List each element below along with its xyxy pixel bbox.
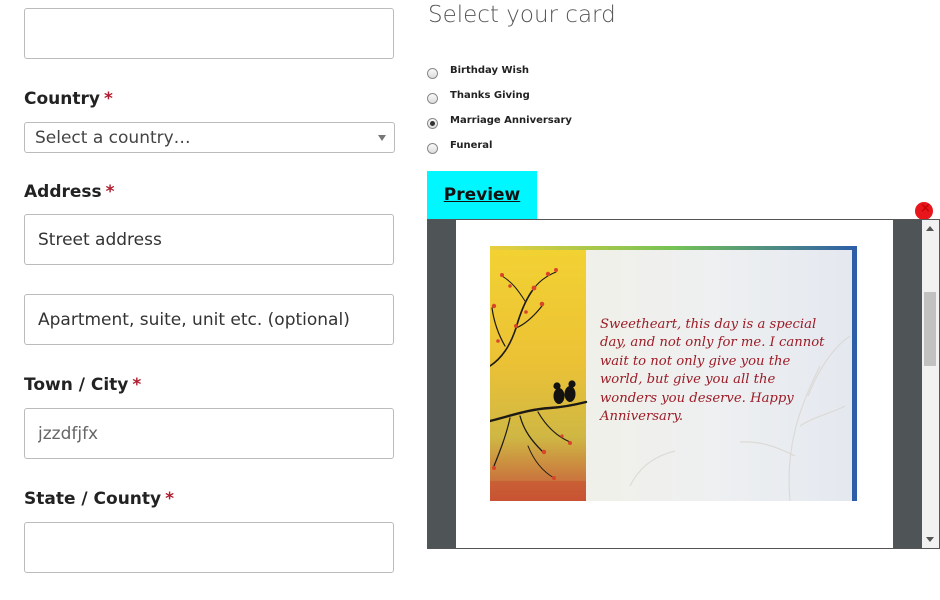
address-label-text: Address — [24, 182, 102, 202]
card-option-marriage-anniversary[interactable]: Marriage Anniversary — [427, 112, 572, 129]
card-option-funeral[interactable]: Funeral — [427, 137, 493, 154]
country-select-value: Select a country… — [35, 128, 191, 148]
anniversary-card-image: Sweetheart, this day is a special day, a… — [490, 246, 857, 501]
scroll-up-icon[interactable] — [926, 226, 934, 231]
required-marker: * — [132, 375, 142, 395]
previous-field-input[interactable] — [24, 8, 394, 59]
card-option-label: Birthday Wish — [450, 64, 530, 76]
preview-scrollbar[interactable] — [922, 220, 939, 548]
country-select[interactable]: Select a country… — [24, 122, 395, 153]
card-option-birthday-wish[interactable]: Birthday Wish — [427, 62, 530, 79]
radio-button[interactable] — [427, 92, 438, 104]
town-city-label: Town / City * — [24, 375, 141, 395]
card-message: Sweetheart, this day is a special day, a… — [600, 317, 825, 425]
required-marker: * — [103, 89, 113, 109]
chevron-down-icon — [378, 135, 386, 141]
radio-button[interactable] — [427, 67, 438, 79]
address-label: Address * — [24, 182, 115, 202]
select-card-title: Select your card — [428, 2, 616, 28]
required-marker: * — [165, 489, 175, 509]
country-label-text: Country — [24, 89, 100, 109]
apartment-input[interactable] — [24, 294, 394, 345]
town-city-label-text: Town / City — [24, 375, 129, 395]
card-preview-frame: Sweetheart, this day is a special day, a… — [427, 219, 940, 549]
scroll-down-icon[interactable] — [926, 537, 934, 542]
state-county-label: State / County * — [24, 489, 174, 509]
close-icon[interactable] — [915, 201, 933, 220]
country-label: Country * — [24, 89, 113, 109]
town-city-input[interactable] — [24, 408, 394, 459]
card-option-label: Funeral — [450, 139, 493, 151]
card-option-label: Marriage Anniversary — [450, 114, 572, 126]
preview-page: Sweetheart, this day is a special day, a… — [456, 220, 893, 548]
scrollbar-thumb[interactable] — [924, 292, 936, 366]
state-county-input[interactable] — [24, 522, 394, 573]
card-option-thanks-giving[interactable]: Thanks Giving — [427, 87, 530, 104]
preview-button-label: Preview — [443, 185, 521, 205]
radio-button[interactable] — [427, 142, 438, 154]
required-marker: * — [105, 182, 115, 202]
radio-button-selected[interactable] — [427, 117, 438, 129]
preview-button[interactable]: Preview — [427, 171, 537, 219]
state-county-label-text: State / County — [24, 489, 162, 509]
street-address-input[interactable] — [24, 214, 394, 265]
card-option-label: Thanks Giving — [450, 89, 530, 101]
